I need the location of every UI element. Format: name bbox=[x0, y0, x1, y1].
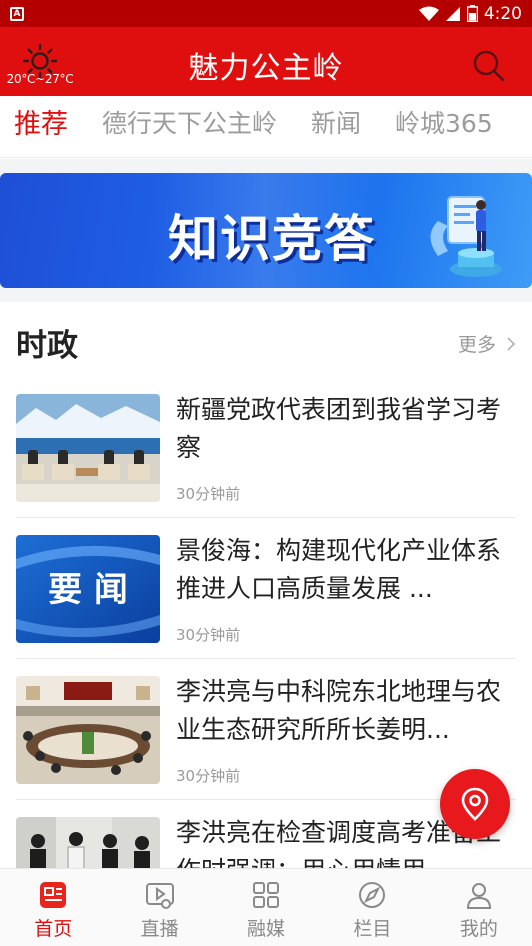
live-icon bbox=[145, 883, 174, 909]
news-item[interactable]: 要 闻 景俊海：构建现代化产业体系 推进人口高质量发展 ... 30分钟前 bbox=[16, 518, 516, 659]
tab-lingcheng365[interactable]: 岭城365 bbox=[395, 104, 493, 140]
nav-columns[interactable]: 栏目 bbox=[319, 869, 425, 946]
status-bar: A 4:20 bbox=[0, 0, 532, 27]
banner-title: 知识竞答 bbox=[168, 210, 376, 268]
nav-live[interactable]: 直播 bbox=[106, 869, 212, 946]
section-header: 时政 更多 bbox=[0, 302, 532, 372]
more-link[interactable]: 更多 bbox=[458, 330, 516, 357]
more-label: 更多 bbox=[457, 334, 496, 356]
nav-home[interactable]: 首页 bbox=[0, 869, 106, 946]
battery-icon bbox=[466, 5, 478, 22]
news-list: 新疆党政代表团到我省学习考察 30分钟前 要 闻 景俊海：构建现代化产业体系 推… bbox=[0, 377, 532, 941]
news-thumbnail bbox=[16, 676, 160, 784]
chevron-right-icon bbox=[507, 336, 516, 351]
nav-profile[interactable]: 我的 bbox=[426, 869, 532, 946]
nav-label: 直播 bbox=[140, 918, 179, 940]
bottom-nav: 首页 直播 融媒 栏目 我的 bbox=[0, 868, 532, 946]
section-title: 时政 bbox=[16, 328, 78, 364]
banner-area: 知识竞答 bbox=[0, 159, 532, 302]
news-title: 景俊海：构建现代化产业体系 推进人口高质量发展 ... bbox=[176, 536, 502, 603]
home-news-icon bbox=[40, 882, 67, 908]
nav-media[interactable]: 融媒 bbox=[213, 869, 319, 946]
profile-icon bbox=[466, 883, 491, 909]
app-title: 魅力公主岭 bbox=[188, 51, 344, 86]
column-icon bbox=[359, 882, 386, 908]
news-thumbnail bbox=[16, 394, 160, 502]
signal-icon bbox=[445, 6, 460, 21]
location-button[interactable] bbox=[440, 769, 510, 839]
nav-label: 栏目 bbox=[353, 918, 392, 940]
news-time: 30分钟前 bbox=[176, 626, 241, 644]
news-item[interactable]: 李洪亮与中科院东北地理与农业生态研究所所长姜明... 30分钟前 bbox=[16, 659, 516, 800]
notification-icon: A bbox=[10, 6, 24, 21]
quiz-banner[interactable]: 知识竞答 bbox=[0, 173, 532, 288]
tab-dexing[interactable]: 德行天下公主岭 bbox=[102, 104, 277, 140]
nav-label: 融媒 bbox=[247, 918, 286, 940]
news-item[interactable]: 新疆党政代表团到我省学习考察 30分钟前 bbox=[16, 377, 516, 518]
search-icon[interactable] bbox=[472, 49, 506, 83]
location-pin-icon bbox=[461, 787, 489, 821]
category-tabs: 推荐 德行天下公主岭 新闻 岭城365 bbox=[0, 96, 532, 158]
news-title: 李洪亮与中科院东北地理与农业生态研究所所长姜明... bbox=[176, 677, 502, 744]
nav-label: 我的 bbox=[459, 918, 498, 940]
news-time: 30分钟前 bbox=[176, 767, 241, 785]
tab-recommend[interactable]: 推荐 bbox=[14, 102, 68, 141]
app-screen: A 4:20 20°C~27°C 魅力公主岭 推荐 德行天下公主岭 新闻 岭城3… bbox=[0, 0, 532, 946]
news-thumbnail: 要 闻 bbox=[16, 535, 160, 643]
news-time: 30分钟前 bbox=[176, 485, 241, 503]
app-header: 20°C~27°C 魅力公主岭 bbox=[0, 27, 532, 96]
clock: 4:20 bbox=[483, 3, 522, 24]
quiz-illustration bbox=[430, 196, 502, 277]
nav-label: 首页 bbox=[34, 918, 73, 940]
thumb-yaowen-text: 要 闻 bbox=[48, 570, 128, 610]
media-grid-icon bbox=[253, 882, 280, 908]
wifi-icon bbox=[418, 6, 439, 21]
tab-news[interactable]: 新闻 bbox=[311, 104, 361, 140]
news-title: 新疆党政代表团到我省学习考察 bbox=[176, 395, 502, 462]
